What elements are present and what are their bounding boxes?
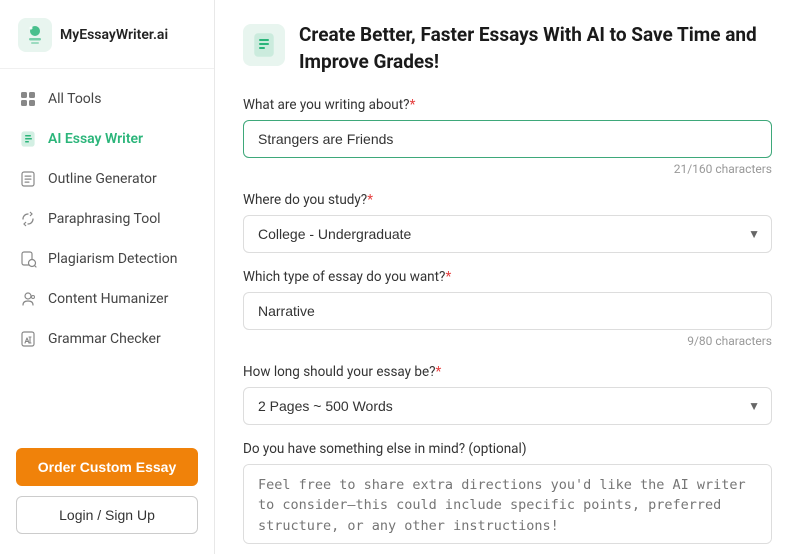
extra-section: Do you have something else in mind? (opt… xyxy=(243,441,772,548)
login-signup-button[interactable]: Login / Sign Up xyxy=(16,496,198,534)
sidebar-item-plagiarism-detection[interactable]: Plagiarism Detection xyxy=(0,239,214,279)
humanizer-icon xyxy=(18,289,38,309)
sidebar: MyEssayWriter.ai All Tools xyxy=(0,0,215,554)
sidebar-item-paraphrasing-label: Paraphrasing Tool xyxy=(48,211,161,227)
logo-container: MyEssayWriter.ai xyxy=(0,0,214,69)
length-select[interactable]: 1 Page ~ 250 Words 2 Pages ~ 500 Words 3… xyxy=(243,387,772,425)
sidebar-item-all-tools[interactable]: All Tools xyxy=(0,79,214,119)
essay-length-label: How long should your essay be?* xyxy=(243,364,772,380)
length-select-wrapper: 1 Page ~ 250 Words 2 Pages ~ 500 Words 3… xyxy=(243,387,772,425)
essay-type-label: Which type of essay do you want?* xyxy=(243,269,772,285)
order-custom-essay-button[interactable]: Order Custom Essay xyxy=(16,448,198,486)
sidebar-item-ai-essay-writer[interactable]: AI Essay Writer xyxy=(0,119,214,159)
sidebar-item-plagiarism-label: Plagiarism Detection xyxy=(48,251,178,267)
sidebar-item-paraphrasing-tool[interactable]: Paraphrasing Tool xyxy=(0,199,214,239)
header-icon-container xyxy=(243,24,285,66)
essay-type-section: Which type of essay do you want?* 9/80 c… xyxy=(243,269,772,348)
sidebar-item-content-humanizer[interactable]: Content Humanizer xyxy=(0,279,214,319)
study-select[interactable]: High School College - Undergraduate Grad… xyxy=(243,215,772,253)
sidebar-footer: Order Custom Essay Login / Sign Up xyxy=(0,434,214,554)
main-header: Create Better, Faster Essays With AI to … xyxy=(243,22,772,75)
topic-section: What are you writing about?* 21/160 char… xyxy=(243,97,772,176)
essay-type-char-count: 9/80 characters xyxy=(243,334,772,348)
study-section: Where do you study?* High School College… xyxy=(243,192,772,253)
essay-icon xyxy=(18,129,38,149)
page-title: Create Better, Faster Essays With AI to … xyxy=(299,22,772,75)
extra-label: Do you have something else in mind? (opt… xyxy=(243,441,772,457)
topic-label: What are you writing about?* xyxy=(243,97,772,113)
sidebar-item-all-tools-label: All Tools xyxy=(48,91,101,107)
topic-char-count: 21/160 characters xyxy=(243,162,772,176)
sidebar-item-ai-essay-writer-label: AI Essay Writer xyxy=(48,131,143,147)
topic-input[interactable] xyxy=(243,120,772,158)
study-select-wrapper: High School College - Undergraduate Grad… xyxy=(243,215,772,253)
doc-icon xyxy=(251,32,277,58)
sidebar-item-grammar-checker[interactable]: Grammar Checker xyxy=(0,319,214,359)
study-label: Where do you study?* xyxy=(243,192,772,208)
sidebar-item-content-humanizer-label: Content Humanizer xyxy=(48,291,168,307)
grammar-icon xyxy=(18,329,38,349)
sidebar-item-outline-generator[interactable]: Outline Generator xyxy=(0,159,214,199)
logo-icon xyxy=(18,18,52,52)
outline-icon xyxy=(18,169,38,189)
logo-text: MyEssayWriter.ai xyxy=(60,27,168,43)
sidebar-navigation: All Tools AI Essay Writer xyxy=(0,69,214,434)
paraphrase-icon xyxy=(18,209,38,229)
sidebar-item-outline-generator-label: Outline Generator xyxy=(48,171,157,187)
extra-textarea[interactable] xyxy=(243,464,772,544)
grid-icon xyxy=(18,89,38,109)
sidebar-item-grammar-checker-label: Grammar Checker xyxy=(48,331,161,347)
main-content: Create Better, Faster Essays With AI to … xyxy=(215,0,800,554)
plagiarism-icon xyxy=(18,249,38,269)
essay-length-section: How long should your essay be?* 1 Page ~… xyxy=(243,364,772,425)
essay-type-input[interactable] xyxy=(243,292,772,330)
